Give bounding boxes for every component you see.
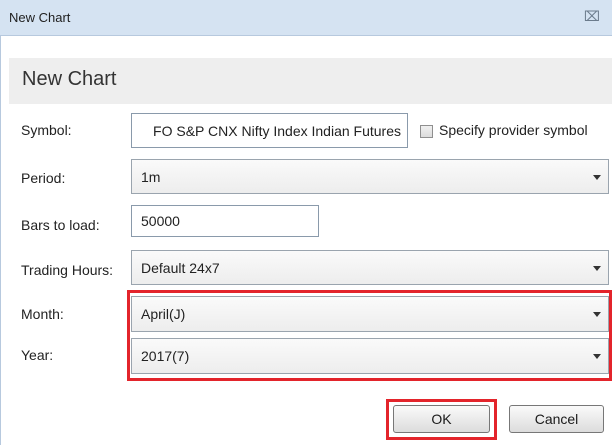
symbol-value: FO S&P CNX Nifty Index Indian Futures (153, 122, 401, 139)
title-bar: New Chart ⌧ (0, 0, 612, 36)
period-label: Period: (21, 170, 66, 186)
year-label: Year: (21, 347, 54, 363)
trading-hours-dropdown[interactable]: Default 24x7 (131, 250, 609, 285)
chevron-down-icon (593, 174, 601, 180)
chevron-down-icon (593, 312, 601, 317)
bars-to-load-label: Bars to load: (21, 217, 100, 233)
trading-hours-value: Default 24x7 (141, 259, 220, 276)
month-dropdown[interactable]: April(J) (131, 296, 609, 332)
close-icon[interactable]: ⌧ (584, 8, 600, 25)
specify-provider-checkbox[interactable] (420, 125, 433, 138)
dialog-header: New Chart (9, 58, 612, 104)
month-value: April(J) (141, 306, 186, 322)
symbol-input[interactable]: FO S&P CNX Nifty Index Indian Futures (131, 113, 408, 148)
window-title: New Chart (9, 10, 71, 25)
chevron-down-icon (593, 354, 601, 359)
bars-to-load-input[interactable]: 50000 (131, 205, 319, 237)
dialog-title: New Chart (22, 68, 117, 90)
window-border (0, 36, 1, 445)
trading-hours-label: Trading Hours: (21, 262, 114, 278)
year-dropdown[interactable]: 2017(7) (131, 338, 609, 374)
symbol-label: Symbol: (21, 122, 72, 138)
bars-to-load-value: 50000 (141, 213, 180, 229)
period-dropdown[interactable]: 1m (131, 159, 609, 194)
cancel-button[interactable]: Cancel (509, 405, 604, 433)
ok-button[interactable]: OK (393, 405, 490, 433)
month-label: Month: (21, 306, 64, 322)
chevron-down-icon (593, 265, 601, 271)
period-value: 1m (141, 168, 161, 185)
specify-provider-label: Specify provider symbol (439, 122, 588, 138)
year-value: 2017(7) (141, 348, 190, 364)
